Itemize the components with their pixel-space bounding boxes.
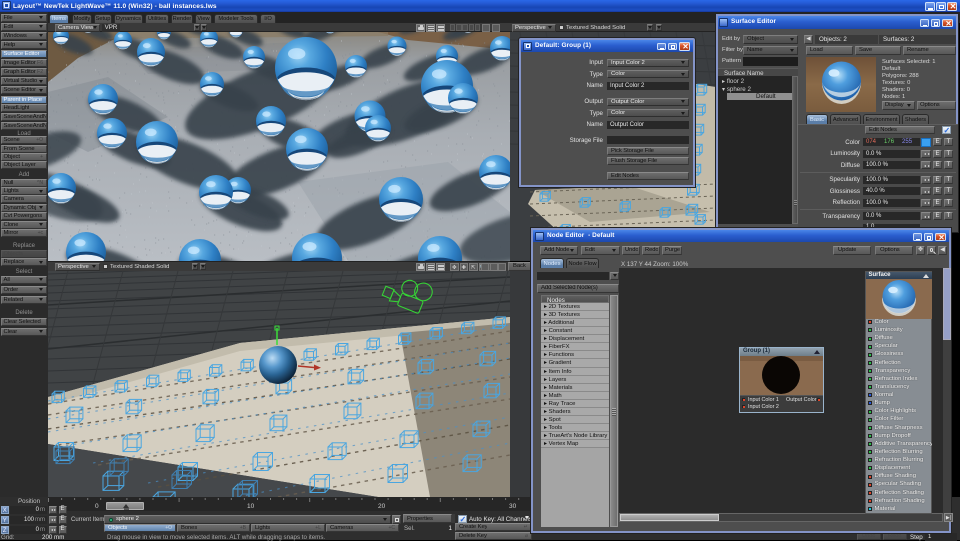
svg-text:30: 30 [509,503,517,510]
svg-text:0: 0 [95,503,99,510]
svg-text:10: 10 [247,503,255,510]
svg-text:20: 20 [378,503,386,510]
